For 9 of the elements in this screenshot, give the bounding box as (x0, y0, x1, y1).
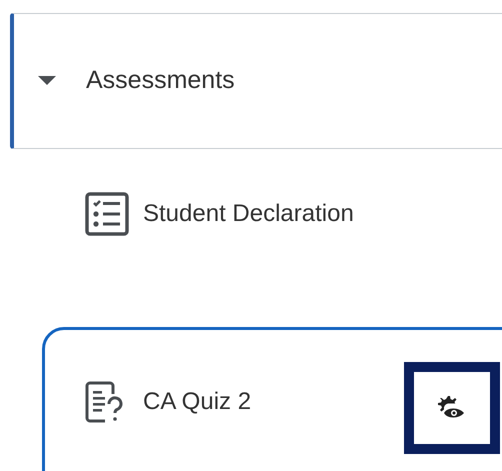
visibility-settings-button[interactable] (404, 362, 500, 454)
checklist-icon (85, 192, 129, 236)
section-title: Assessments (86, 65, 235, 96)
section-header[interactable]: Assessments (10, 13, 502, 149)
caret-down-icon (38, 76, 56, 86)
item-title: CA Quiz 2 (143, 387, 252, 417)
item-title: Student Declaration (143, 199, 354, 229)
list-item[interactable]: CA Quiz 2 (42, 327, 502, 471)
list-item[interactable]: Student Declaration (42, 149, 502, 309)
